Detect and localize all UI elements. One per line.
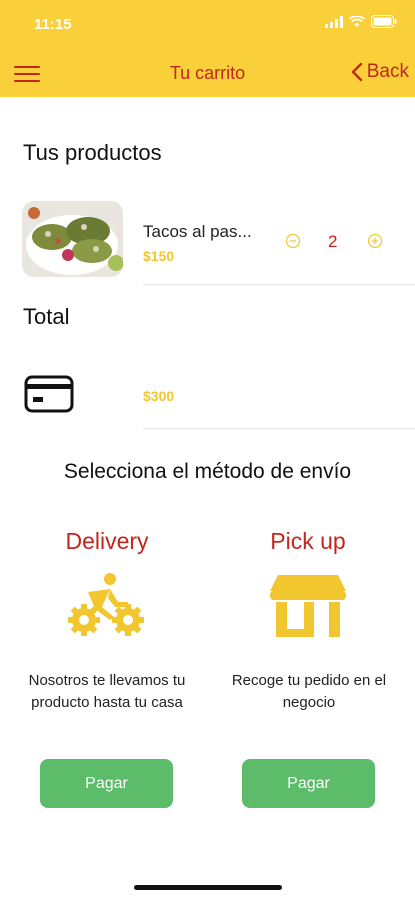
products-heading: Tus productos (23, 140, 162, 165)
battery-icon (371, 15, 397, 28)
total-value: $300 (143, 388, 175, 404)
divider (143, 284, 415, 285)
shipping-heading: Selecciona el método de envío (63, 460, 352, 483)
back-button[interactable]: Back (351, 61, 409, 83)
status-time: 11:15 (34, 16, 72, 33)
increase-quantity-icon[interactable] (367, 233, 383, 249)
delivery-description: Nosotros te llevamos tu producto hasta t… (28, 672, 186, 711)
pickup-description: Recoge tu pedido en el negocio (231, 672, 387, 711)
chevron-left-icon (351, 62, 362, 82)
credit-card-icon (24, 375, 74, 413)
product-price: $150 (143, 248, 175, 264)
decrease-quantity-icon[interactable] (285, 233, 301, 249)
divider (143, 428, 415, 429)
quantity-value: 2 (328, 232, 338, 251)
app-header: 11:15 Tu carrito Back (0, 0, 415, 97)
product-image (22, 201, 123, 277)
signal-icon (325, 15, 343, 28)
pay-delivery-button[interactable]: Pagar (40, 759, 173, 808)
delivery-title: Delivery (65, 528, 149, 554)
bicycle-icon (68, 573, 144, 636)
pickup-title: Pick up (270, 528, 346, 554)
back-label: Back (366, 61, 409, 82)
pay-pickup-button[interactable]: Pagar (242, 759, 375, 808)
wifi-icon (349, 15, 365, 27)
status-icons (325, 15, 397, 28)
home-indicator (134, 885, 282, 890)
store-icon (270, 575, 346, 637)
menu-icon[interactable] (14, 66, 40, 83)
total-label: Total (23, 304, 70, 329)
product-name: Tacos al pas... (143, 222, 252, 241)
